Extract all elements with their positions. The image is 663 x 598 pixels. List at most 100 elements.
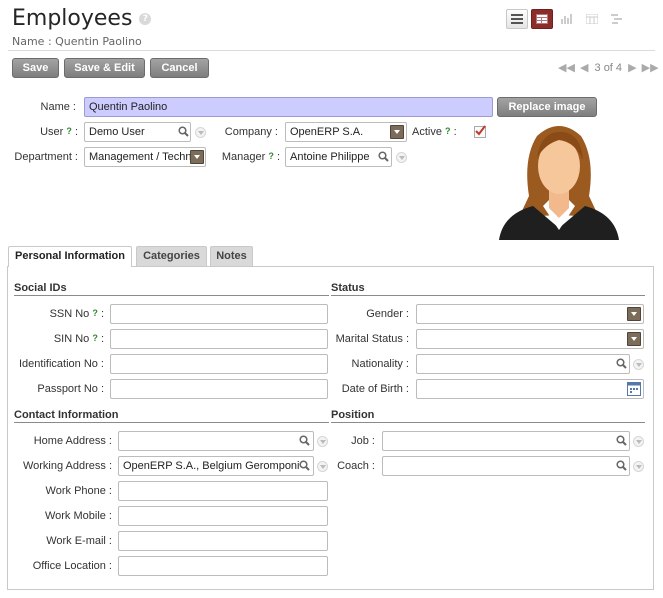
user-help-icon[interactable]: ?	[66, 126, 72, 136]
social-ids-title: Social IDs	[14, 282, 67, 294]
marital-status-select[interactable]	[416, 329, 644, 349]
marital-status-dropdown-icon[interactable]	[627, 332, 641, 346]
active-tab-joiner	[9, 265, 131, 267]
help-icon[interactable]: ?	[139, 13, 152, 25]
department-label: Department :	[14, 151, 78, 163]
work-mobile-label: Work Mobile :	[44, 510, 112, 522]
pager-text: 3 of 4	[594, 62, 623, 74]
coach-field[interactable]	[382, 456, 630, 476]
coach-dropdown-icon[interactable]	[633, 461, 644, 472]
tab-categories[interactable]: Categories	[136, 246, 207, 266]
checkmark-icon	[475, 125, 486, 136]
page-title: Employees ?	[12, 6, 152, 31]
active-checkbox[interactable]	[474, 125, 486, 138]
date-of-birth-label: Date of Birth :	[341, 383, 409, 395]
nationality-field[interactable]	[416, 354, 630, 374]
search-icon[interactable]	[616, 358, 627, 369]
active-label-colon: :	[453, 126, 457, 138]
search-icon[interactable]	[616, 460, 627, 471]
gender-select[interactable]	[416, 304, 644, 324]
last-record-icon[interactable]: ▶▶	[642, 62, 659, 74]
company-label: Company :	[224, 126, 278, 138]
active-label-text: Active	[412, 126, 442, 138]
first-record-icon[interactable]: ◀◀	[558, 62, 575, 74]
working-address-label: Working Address :	[22, 460, 112, 472]
name-field[interactable]: Quentin Paolino	[84, 97, 493, 117]
status-divider	[331, 295, 645, 296]
date-of-birth-field[interactable]	[416, 379, 644, 399]
status-title: Status	[331, 282, 365, 294]
ssn-label-text: SSN No	[49, 308, 90, 320]
job-label: Job :	[351, 435, 375, 447]
home-address-field[interactable]	[118, 431, 314, 451]
ssn-label-colon: :	[100, 308, 104, 320]
marital-status-label: Marital Status :	[335, 333, 409, 345]
manager-help-icon[interactable]: ?	[268, 151, 274, 161]
user-label: User ? :	[20, 126, 78, 138]
contact-information-divider	[14, 422, 329, 423]
gender-dropdown-icon[interactable]	[627, 307, 641, 321]
position-title: Position	[331, 409, 375, 421]
work-phone-field[interactable]	[118, 481, 328, 501]
coach-label: Coach :	[337, 460, 375, 472]
active-help-icon[interactable]: ?	[445, 126, 451, 136]
office-location-label: Office Location :	[32, 560, 112, 572]
header-divider	[8, 50, 655, 51]
avatar	[499, 126, 619, 240]
company-select[interactable]: OpenERP S.A.	[285, 122, 407, 142]
identification-field[interactable]	[110, 354, 328, 374]
job-dropdown-icon[interactable]	[633, 436, 644, 447]
sin-label: SIN No ? :	[14, 333, 104, 345]
sin-help-icon[interactable]: ?	[92, 333, 98, 343]
passport-label: Passport No :	[37, 383, 104, 395]
manager-dropdown-icon[interactable]	[396, 152, 407, 163]
department-dropdown-icon[interactable]	[190, 150, 204, 164]
work-phone-label: Work Phone :	[45, 485, 112, 497]
ssn-field[interactable]	[110, 304, 328, 324]
search-icon[interactable]	[616, 435, 627, 446]
company-dropdown-icon[interactable]	[390, 125, 404, 139]
search-icon[interactable]	[378, 151, 389, 162]
social-ids-divider	[14, 295, 329, 296]
ssn-label: SSN No ? :	[14, 308, 104, 320]
search-icon[interactable]	[299, 435, 310, 446]
cancel-button[interactable]: Cancel	[150, 58, 209, 78]
user-dropdown-icon[interactable]	[195, 127, 206, 138]
job-field[interactable]	[382, 431, 630, 451]
working-address-field[interactable]: OpenERP S.A., Belgium Geromponi	[118, 456, 314, 476]
previous-record-icon[interactable]: ◀	[580, 62, 588, 74]
save-edit-button[interactable]: Save & Edit	[64, 58, 145, 78]
nationality-dropdown-icon[interactable]	[633, 359, 644, 370]
list-icon	[511, 14, 523, 24]
tab-notes[interactable]: Notes	[210, 246, 253, 266]
form-view-button[interactable]	[531, 9, 553, 29]
ssn-help-icon[interactable]: ?	[92, 308, 98, 318]
gender-label: Gender :	[366, 308, 409, 320]
passport-field[interactable]	[110, 379, 328, 399]
next-record-icon[interactable]: ▶	[628, 62, 636, 74]
name-label: Name :	[40, 101, 76, 113]
search-icon[interactable]	[178, 126, 189, 137]
tab-personal-information[interactable]: Personal Information	[8, 246, 132, 267]
gantt-icon	[611, 14, 622, 24]
calendar-view-button[interactable]	[581, 9, 603, 29]
graph-view-button[interactable]	[556, 9, 578, 29]
department-select[interactable]: Management / Techn	[84, 147, 206, 167]
replace-image-button[interactable]: Replace image	[497, 97, 597, 117]
search-icon[interactable]	[299, 460, 310, 471]
work-email-field[interactable]	[118, 531, 328, 551]
sin-field[interactable]	[110, 329, 328, 349]
sin-label-text: SIN No	[53, 333, 90, 345]
office-location-field[interactable]	[118, 556, 328, 576]
calendar-icon[interactable]	[627, 382, 641, 396]
user-field[interactable]: Demo User	[84, 122, 191, 142]
user-label-colon: :	[74, 126, 78, 138]
manager-label-text: Manager	[221, 151, 266, 163]
work-mobile-field[interactable]	[118, 506, 328, 526]
gantt-view-button[interactable]	[606, 9, 628, 29]
identification-label: Identification No :	[19, 358, 104, 370]
save-button[interactable]: Save	[12, 58, 59, 78]
list-view-button[interactable]	[506, 9, 528, 29]
manager-field[interactable]: Antoine Philippe	[285, 147, 392, 167]
page-subtitle: Name : Quentin Paolino	[12, 35, 142, 48]
